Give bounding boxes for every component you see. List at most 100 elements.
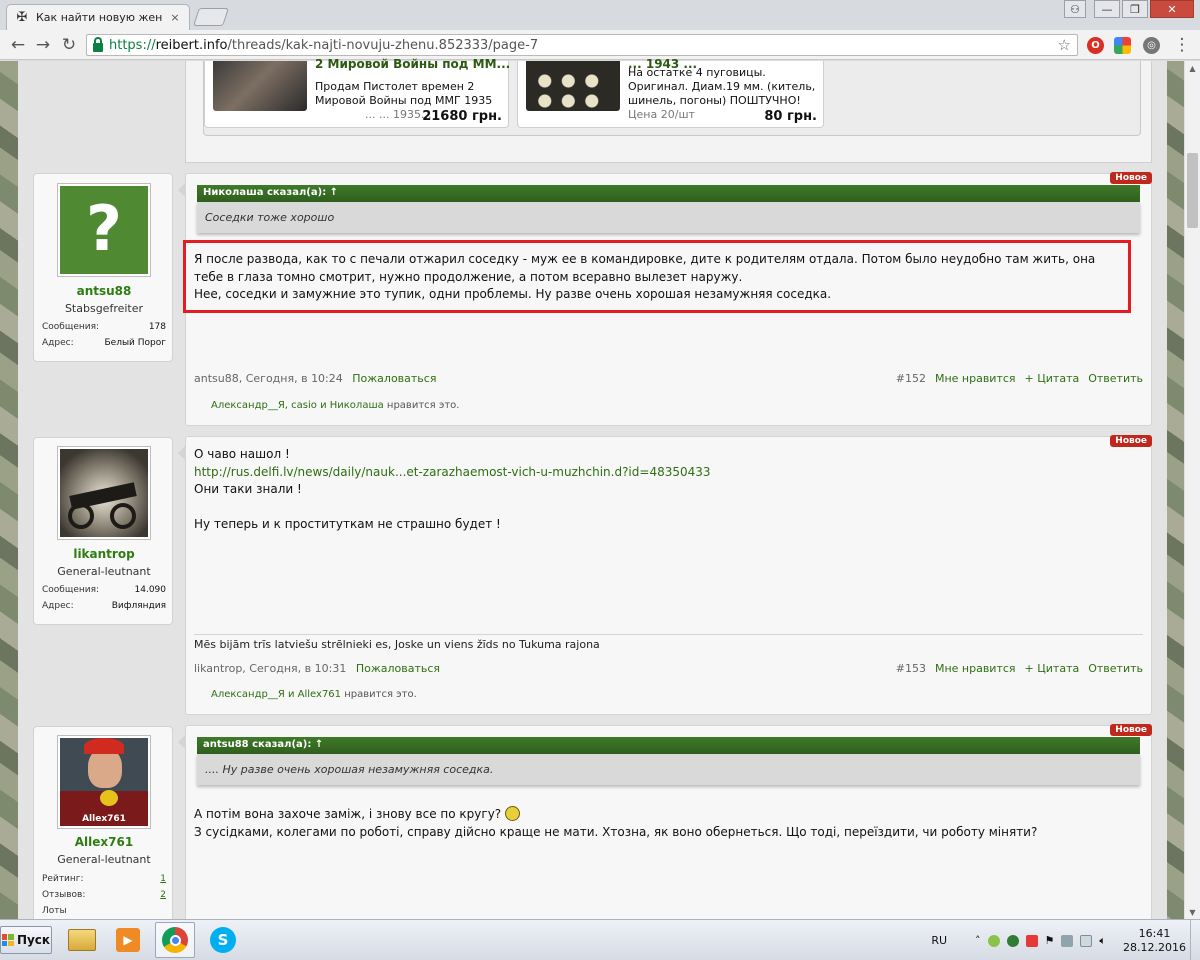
battery-icon[interactable] bbox=[1080, 934, 1093, 947]
new-badge: Новое bbox=[1110, 435, 1152, 447]
menu-icon[interactable]: ⋮ bbox=[1172, 35, 1192, 55]
likes-names[interactable]: Александр__Я и Allex761 bbox=[211, 689, 341, 700]
volume-icon[interactable]: 🔈︎ bbox=[1099, 934, 1106, 948]
ad-text: Мировой Войны под ММГ 1935 bbox=[315, 94, 493, 107]
user-info-card: likantrop General-leutnant Сообщения: 14.… bbox=[33, 437, 173, 625]
reload-button[interactable]: ↻ bbox=[59, 35, 79, 55]
username[interactable]: likantrop bbox=[34, 547, 174, 561]
ad-card[interactable]: ... 1943 ... На остатке 4 пуговицы. Ориг… bbox=[517, 57, 824, 128]
new-tab-button[interactable] bbox=[193, 8, 229, 26]
tray-app-icon[interactable] bbox=[987, 934, 1000, 947]
post: Новое Николаша сказал(а): ↑ Соседки тоже… bbox=[178, 172, 1152, 426]
ad-image bbox=[213, 61, 307, 111]
window-titlebar: ✠ Как найти новую жену? × ⚇ — ❐ ✕ bbox=[0, 0, 1200, 30]
back-button[interactable]: ← bbox=[8, 35, 28, 55]
bookmark-star-icon[interactable]: ☆ bbox=[1058, 36, 1071, 54]
user-info-card: ? antsu88 Stabsgefreiter Сообщения: 178 А… bbox=[33, 173, 173, 362]
explorer-taskbar-icon[interactable] bbox=[62, 922, 102, 958]
username[interactable]: antsu88 bbox=[34, 284, 174, 298]
minimize-button[interactable]: — bbox=[1094, 0, 1120, 18]
skype-taskbar-icon[interactable]: S bbox=[203, 922, 243, 958]
tray-app-icon[interactable] bbox=[1006, 934, 1019, 947]
ad-card[interactable]: 2 Мировой Войны под ММ... Продам Пистоле… bbox=[204, 57, 510, 128]
quote-button[interactable]: + Цитата bbox=[1025, 662, 1080, 675]
media-player-taskbar-icon[interactable]: ▶ bbox=[108, 922, 148, 958]
quote-button[interactable]: + Цитата bbox=[1025, 372, 1080, 385]
quote-text: Соседки тоже хорошо bbox=[197, 202, 1140, 233]
windows-logo-icon bbox=[1, 934, 14, 946]
scrollbar-thumb[interactable] bbox=[1187, 153, 1198, 228]
user-rank: General-leutnant bbox=[57, 853, 151, 866]
report-link[interactable]: Пожаловаться bbox=[352, 372, 436, 385]
browser-toolbar: ← → ↻ https://reibert.info/threads/kak-n… bbox=[0, 30, 1200, 60]
reply-button[interactable]: Ответить bbox=[1088, 662, 1143, 675]
post-link[interactable]: http://rus.delfi.lv/news/daily/nauk...et… bbox=[194, 464, 711, 482]
show-hidden-icons-icon[interactable]: ˄ bbox=[975, 934, 981, 947]
likes-names[interactable]: Александр__Я, casio и Николаша bbox=[211, 400, 384, 411]
site-favicon-icon: ✠ bbox=[16, 10, 28, 25]
user-stat: Рейтинг: 1 bbox=[42, 874, 166, 884]
username[interactable]: Allex761 bbox=[34, 835, 174, 849]
user-info-card: Allex761 Allex761 General-leutnant Рейти… bbox=[33, 726, 173, 926]
system-tray: RU ˄ ⚑ 🔈︎ 16:41 28.12.2016 bbox=[931, 920, 1186, 960]
post-author-date[interactable]: antsu88, Сегодня, в 10:24 bbox=[194, 372, 343, 385]
tray-app-icon[interactable] bbox=[1025, 934, 1038, 947]
ad-price: 21680 грн. bbox=[422, 109, 502, 124]
like-button[interactable]: Мне нравится bbox=[935, 372, 1016, 385]
post-meta: antsu88, Сегодня, в 10:24 Пожаловаться #… bbox=[194, 372, 1143, 386]
report-link[interactable]: Пожаловаться bbox=[356, 662, 440, 675]
post: Новое О чаво нашол ! http://rus.delfi.lv… bbox=[178, 435, 1152, 715]
action-center-flag-icon[interactable]: ⚑ bbox=[1045, 934, 1055, 947]
quote-author[interactable]: Николаша сказал(а): ↑ bbox=[197, 185, 1140, 202]
post-number[interactable]: #152 bbox=[896, 372, 926, 385]
tab-close-icon[interactable]: × bbox=[169, 11, 181, 24]
likes-summary: Александр__Я, casio и Николаша нравится … bbox=[211, 400, 460, 411]
user-stat: Сообщения: 14.090 bbox=[42, 585, 166, 595]
page-scrollbar[interactable]: ▲ ▼ bbox=[1184, 61, 1200, 919]
start-button[interactable]: Пуск bbox=[0, 926, 52, 954]
language-indicator[interactable]: RU bbox=[931, 934, 947, 947]
taskbar-clock[interactable]: 16:41 28.12.2016 bbox=[1123, 927, 1186, 955]
scroll-down-icon[interactable]: ▼ bbox=[1185, 905, 1200, 919]
avatar[interactable] bbox=[57, 446, 151, 540]
avatar[interactable]: ? bbox=[57, 183, 151, 277]
ad-title[interactable]: 2 Мировой Войны под ММ... bbox=[315, 57, 510, 71]
post-author-date[interactable]: likantrop, Сегодня, в 10:31 bbox=[194, 662, 346, 675]
user-stat: Лоты bbox=[42, 906, 67, 916]
forward-button[interactable]: → bbox=[33, 35, 53, 55]
network-icon[interactable] bbox=[1061, 934, 1074, 947]
user-stat: Отзывов: 2 bbox=[42, 890, 166, 900]
adblock-extension-icon[interactable]: O bbox=[1087, 37, 1104, 54]
address-bar[interactable]: https://reibert.info/threads/kak-najti-n… bbox=[86, 34, 1078, 56]
post-message: Я после развода, как то с печали отжарил… bbox=[194, 252, 1096, 301]
post: Новое antsu88 сказал(а): ↑ .... Ну разве… bbox=[178, 724, 1152, 925]
ads-block: 2 Мировой Войны под ММ... Продам Пистоле… bbox=[185, 57, 1152, 163]
ad-text: На остатке 4 пуговицы. bbox=[628, 66, 766, 79]
browser-tab[interactable]: ✠ Как найти новую жену? × bbox=[6, 4, 190, 30]
post-meta: likantrop, Сегодня, в 10:31 Пожаловаться… bbox=[194, 662, 1143, 676]
scroll-up-icon[interactable]: ▲ bbox=[1185, 61, 1200, 75]
tab-title: Как найти новую жену? bbox=[36, 11, 162, 24]
post-message: О чаво нашол ! http://rus.delfi.lv/news/… bbox=[194, 447, 711, 531]
user-stat: Сообщения: 178 bbox=[42, 322, 166, 332]
ad-text: Продам Пистолет времен 2 bbox=[315, 80, 475, 93]
sync-extension-icon[interactable]: ◎ bbox=[1143, 37, 1160, 54]
chrome-taskbar-icon[interactable] bbox=[155, 922, 195, 958]
user-rank: Stabsgefreiter bbox=[64, 302, 144, 315]
user-profile-button[interactable]: ⚇ bbox=[1064, 0, 1086, 18]
avatar[interactable]: Allex761 bbox=[57, 735, 151, 829]
user-rank: General-leutnant bbox=[57, 565, 151, 578]
likes-summary: Александр__Я и Allex761 нравится это. bbox=[211, 689, 417, 700]
post-number[interactable]: #153 bbox=[896, 662, 926, 675]
like-button[interactable]: Мне нравится bbox=[935, 662, 1016, 675]
close-window-button[interactable]: ✕ bbox=[1150, 0, 1194, 18]
quote-author[interactable]: antsu88 сказал(а): ↑ bbox=[197, 737, 1140, 754]
show-desktop-button[interactable] bbox=[1190, 920, 1200, 960]
reply-button[interactable]: Ответить bbox=[1088, 372, 1143, 385]
restore-button[interactable]: ❐ bbox=[1122, 0, 1148, 18]
ad-text: Оригинал. Диам.19 мм. (китель, bbox=[628, 80, 816, 93]
extension-icon[interactable] bbox=[1114, 37, 1131, 54]
post-message: А потім вона захоче заміж, і знову все п… bbox=[194, 806, 1038, 839]
ad-price: 80 грн. bbox=[764, 109, 817, 124]
ad-text: шинель, погоны) ПОШТУЧНО! bbox=[628, 94, 801, 107]
